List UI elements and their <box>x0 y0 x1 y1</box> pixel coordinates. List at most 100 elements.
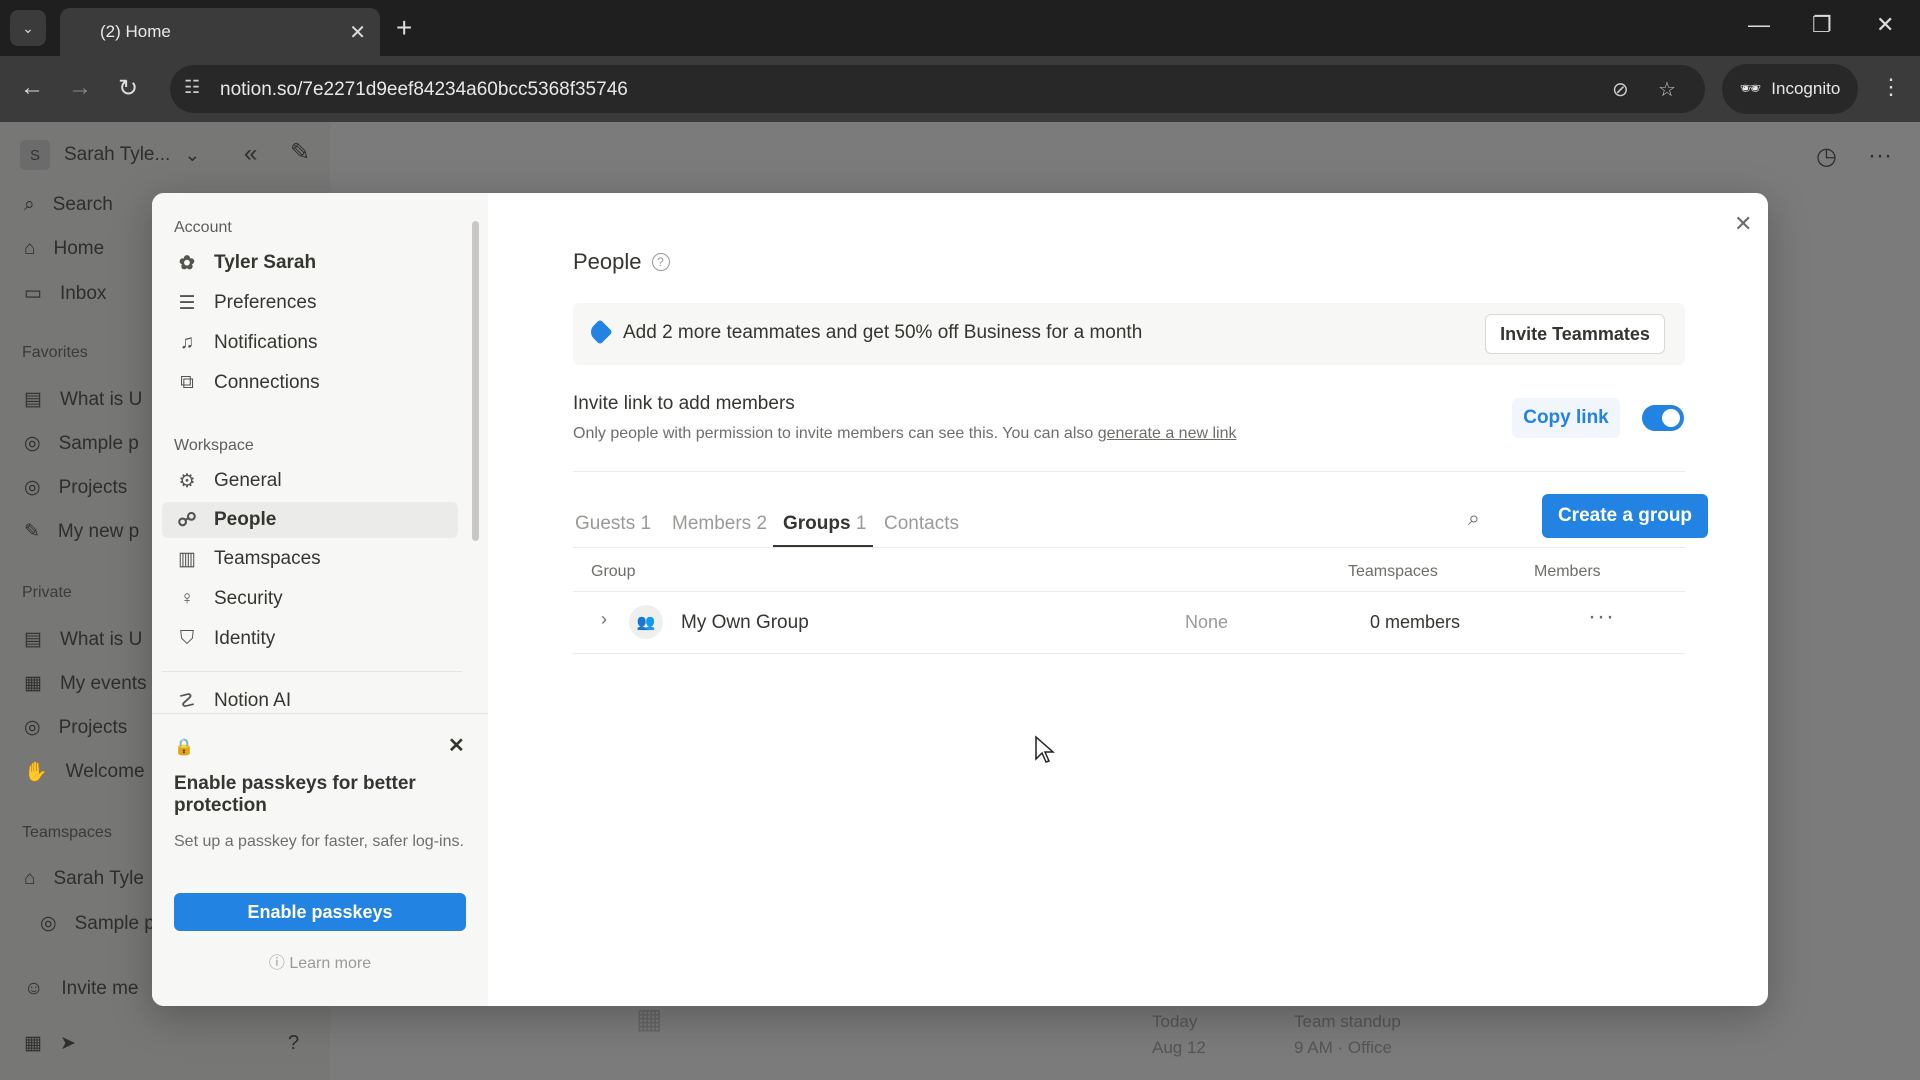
learn-more-link[interactable]: ⓘ Learn more <box>152 949 488 973</box>
browser-tab[interactable]: (2) Home ✕ <box>60 8 380 56</box>
reload-button[interactable]: ↻ <box>118 74 138 103</box>
page-title: People ? <box>573 249 670 275</box>
column-header-members: Members <box>1534 563 1601 580</box>
send-icon[interactable]: ➤ <box>60 1032 76 1055</box>
enable-passkeys-button[interactable]: Enable passkeys <box>174 893 466 931</box>
new-page-icon[interactable]: ✎ <box>290 138 310 167</box>
learn-more-label: Learn more <box>289 955 372 972</box>
collapse-sidebar-icon[interactable]: « <box>244 140 257 168</box>
sidebar-teamspace-item[interactable]: ◎ Sample p <box>40 912 155 935</box>
passkey-promo-card: 🔒 ✕ Enable passkeys for better protectio… <box>152 713 488 1006</box>
generate-new-link[interactable]: generate a new link <box>1098 425 1237 442</box>
tracking-protection-icon[interactable]: ⊘ <box>1612 77 1629 102</box>
sidebar-favorite-item[interactable]: ✎ My new p <box>24 520 139 543</box>
sidebar-favorite-item[interactable]: ◎ Sample p <box>24 432 139 455</box>
more-options-icon[interactable]: ··· <box>1588 603 1615 631</box>
page-more-icon[interactable]: ··· <box>1868 142 1892 170</box>
settings-item-people[interactable]: ☍ People <box>162 502 458 538</box>
sidebar-invite-members[interactable]: ☺ Invite me <box>24 978 139 1000</box>
invite-link-toggle[interactable] <box>1642 405 1684 431</box>
sidebar-private-item[interactable]: ▦ My events <box>24 672 147 695</box>
settings-item-identity[interactable]: ⛉ Identity <box>162 621 458 657</box>
tab-label: Groups <box>783 513 851 534</box>
sidebar-favorite-item[interactable]: ▤ What is U <box>24 388 142 411</box>
settings-item-connections[interactable]: ⧉ Connections <box>162 365 458 401</box>
settings-item-security[interactable]: ♀ Security <box>162 581 458 617</box>
divider <box>573 653 1685 654</box>
close-window-button[interactable]: ✕ <box>1876 12 1894 38</box>
close-modal-icon[interactable]: ✕ <box>1734 211 1752 237</box>
templates-icon[interactable]: ▦ <box>24 1032 42 1055</box>
sidebar-private-item[interactable]: ✋ Welcome <box>24 760 145 784</box>
user-avatar-icon: ✿ <box>179 252 195 274</box>
group-name: My Own Group <box>681 612 809 633</box>
sidebar-item-label: My new p <box>57 520 140 542</box>
tab-search-menu-button[interactable]: ⌄ <box>10 10 46 46</box>
bookmark-star-icon[interactable]: ☆ <box>1658 77 1676 102</box>
restore-window-button[interactable]: ❐ <box>1812 12 1832 38</box>
incognito-icon: 🕶 <box>1739 79 1762 98</box>
browser-menu-icon[interactable]: ⋮ <box>1880 74 1902 100</box>
sidebar-home[interactable]: ⌂ Home <box>24 238 104 260</box>
back-button[interactable]: ← <box>20 74 44 102</box>
help-icon[interactable]: ? <box>288 1032 299 1055</box>
sidebar-item-label: What is U <box>59 628 143 650</box>
settings-sidebar-scrollbar[interactable] <box>470 213 480 733</box>
site-info-icon[interactable]: ☷ <box>184 77 200 98</box>
tab-close-icon[interactable]: ✕ <box>349 20 366 45</box>
tab-members[interactable]: Members 2 <box>672 513 767 557</box>
updates-clock-icon[interactable]: ◷ <box>1816 142 1837 171</box>
help-icon[interactable]: ? <box>651 253 670 271</box>
search-icon[interactable]: ⌕ <box>1468 507 1480 531</box>
people-title: People <box>573 249 642 274</box>
sidebar-footer: ▦ ➤ <box>24 1032 76 1055</box>
tab-label: Contacts <box>884 513 959 534</box>
gear-icon: ⚙ <box>178 470 196 492</box>
divider <box>573 591 1685 592</box>
browser-tab-bar: ⌄ (2) Home ✕ + — ❐ ✕ <box>0 0 1920 56</box>
sidebar-favorite-item[interactable]: ◎ Projects <box>24 476 127 499</box>
sidebar-teamspace-item[interactable]: ⌂ Sarah Tyle <box>24 868 144 890</box>
workspace-switcher[interactable]: S Sarah Tyle... ⌄ <box>20 140 200 170</box>
chevron-right-icon[interactable]: › <box>601 609 607 630</box>
sidebar-inbox-label: Inbox <box>59 282 107 304</box>
minimize-window-button[interactable]: — <box>1748 12 1770 38</box>
create-group-button[interactable]: Create a group <box>1542 494 1708 538</box>
settings-item-general[interactable]: ⚙ General <box>162 463 458 499</box>
settings-item-preferences[interactable]: ☰ Preferences <box>162 285 458 321</box>
tab-guests[interactable]: Guests 1 <box>575 513 651 557</box>
sidebar-private-item[interactable]: ◎ Projects <box>24 716 127 739</box>
table-row[interactable]: › 👥 My Own Group None 0 members ··· <box>573 593 1685 653</box>
tab-contacts[interactable]: Contacts <box>884 513 959 557</box>
settings-item-label: Preferences <box>214 292 317 313</box>
invite-link-desc-text: Only people with permission to invite me… <box>573 425 1098 442</box>
incognito-badge[interactable]: 🕶 Incognito <box>1722 64 1858 114</box>
settings-item-account[interactable]: ✿ Tyler Sarah <box>162 245 458 281</box>
url-text[interactable]: notion.so/7e2271d9eef84234a60bcc5368f357… <box>220 79 628 101</box>
sidebar-inbox[interactable]: ▭ Inbox <box>24 282 106 305</box>
new-tab-button[interactable]: + <box>396 12 412 44</box>
settings-item-teamspaces[interactable]: ▥ Teamspaces <box>162 541 458 577</box>
invite-teammates-button[interactable]: Invite Teammates <box>1485 314 1665 354</box>
tab-groups[interactable]: Groups 1 <box>783 513 866 557</box>
upgrade-promo-banner: Add 2 more teammates and get 50% off Bus… <box>573 303 1685 365</box>
inbox-icon: ▭ <box>24 283 42 304</box>
settings-item-notifications[interactable]: ♫ Notifications <box>162 325 458 361</box>
close-icon[interactable]: ✕ <box>448 733 465 758</box>
sidebar-private-item[interactable]: ▤ What is U <box>24 628 142 651</box>
workspace-avatar: S <box>20 140 50 170</box>
workspace-name: Sarah Tyle... <box>64 144 171 165</box>
settings-sidebar: Account ✿ Tyler Sarah ☰ Preferences ♫ Notif… <box>152 193 488 1006</box>
promo-text: Add 2 more teammates and get 50% off Bus… <box>623 322 1143 343</box>
settings-item-label: Connections <box>214 372 320 393</box>
chevron-down-icon: ⌄ <box>184 144 201 166</box>
forward-button[interactable]: → <box>68 74 92 102</box>
sidebar-home-label: Home <box>53 238 105 259</box>
address-bar[interactable]: ☷ notion.so/7e2271d9eef84234a60bcc5368f3… <box>170 65 1705 113</box>
copy-link-button[interactable]: Copy link <box>1512 398 1620 438</box>
shield-icon: ⛉ <box>179 628 195 649</box>
tab-label: Members <box>672 513 752 534</box>
sidebar-item-label: Sample p <box>58 432 139 454</box>
sidebar-search[interactable]: ⌕ Search <box>24 194 113 216</box>
column-header-group: Group <box>591 563 636 580</box>
